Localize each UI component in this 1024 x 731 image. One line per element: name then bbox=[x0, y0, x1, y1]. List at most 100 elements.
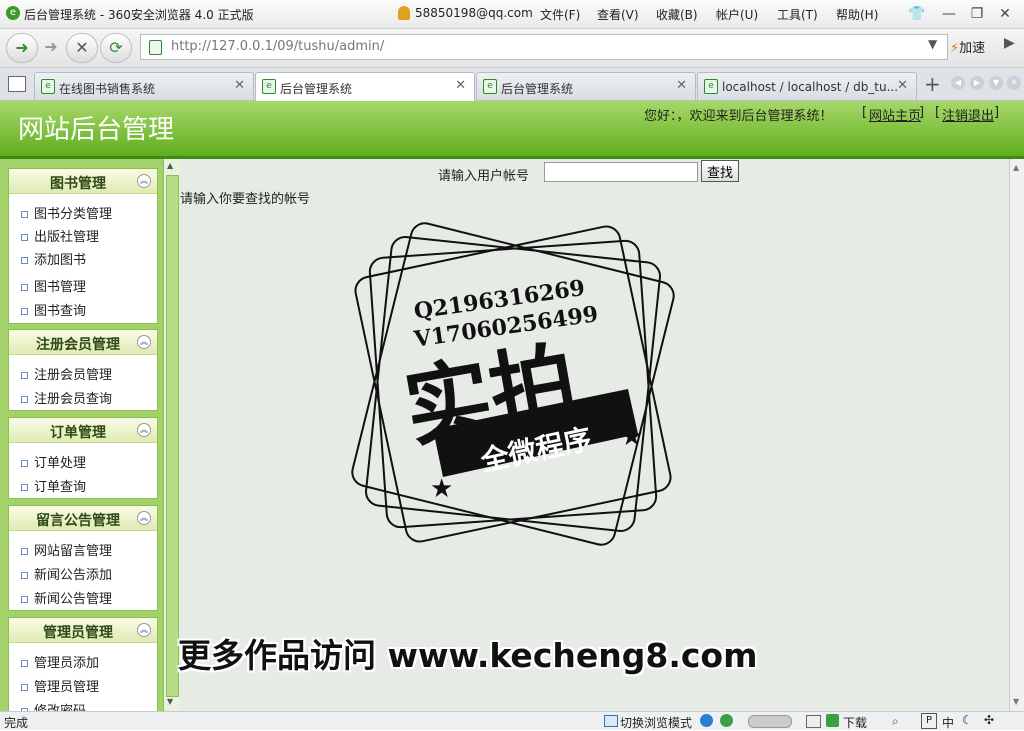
menu-file[interactable]: 文件(F) bbox=[540, 6, 580, 23]
tab-bar: e 在线图书销售系统 ✕ e 后台管理系统 ✕ e 后台管理系统 ✕ e loc… bbox=[0, 68, 1024, 101]
toggle-icon[interactable] bbox=[748, 715, 792, 728]
collapse-icon[interactable]: ︽ bbox=[137, 423, 151, 437]
minimize-icon[interactable]: — bbox=[938, 4, 960, 24]
tab-list-icon[interactable]: ▼ bbox=[989, 76, 1003, 90]
switch-mode-button[interactable]: 切换浏览模式 bbox=[620, 714, 692, 731]
refresh-icon[interactable]: ⟳ bbox=[100, 33, 132, 63]
scroll-down-icon[interactable]: ▼ bbox=[1013, 697, 1019, 706]
security-icon[interactable] bbox=[720, 714, 733, 727]
home-link[interactable]: 网站主页 bbox=[869, 105, 921, 124]
page-icon: e bbox=[41, 79, 55, 94]
download-icon[interactable] bbox=[826, 714, 839, 727]
page-icon: e bbox=[704, 79, 718, 94]
tab-scroll-left-icon[interactable]: ◀ bbox=[951, 76, 965, 90]
sidebar-item-order-process[interactable]: 订单处理 bbox=[21, 452, 86, 471]
scroll-thumb[interactable] bbox=[166, 175, 179, 697]
group-messages: 留言公告管理 ︽ 网站留言管理 新闻公告添加 新闻公告管理 bbox=[8, 505, 158, 611]
download-button[interactable]: 下载 bbox=[843, 714, 867, 731]
group-header[interactable]: 订单管理 ︽ bbox=[9, 418, 157, 443]
group-header[interactable]: 图书管理 ︽ bbox=[9, 169, 157, 194]
collapse-icon[interactable]: ︽ bbox=[137, 623, 151, 637]
screenshot-icon[interactable] bbox=[806, 715, 821, 728]
collapse-icon[interactable]: ︽ bbox=[137, 174, 151, 188]
collapse-icon[interactable]: ︽ bbox=[137, 511, 151, 525]
menu-favorites[interactable]: 收藏(B) bbox=[656, 6, 698, 23]
search-button[interactable]: 查找 bbox=[701, 160, 740, 182]
maximize-icon[interactable]: ❐ bbox=[966, 4, 988, 24]
window-mode-icon[interactable] bbox=[604, 715, 618, 727]
welcome-text: 您好：，欢迎来到后台管理系统！ bbox=[644, 109, 833, 124]
group-title: 图书管理 bbox=[50, 176, 106, 192]
main-content: 请输入用户帐号 查找 请输入你要查找的帐号 Q2196316269 V17060… bbox=[178, 159, 1010, 711]
sidebar: 图书管理 ︽ 图书分类管理 出版社管理 添加图书 图书管理 图书查询 注册会员管… bbox=[0, 159, 180, 711]
scroll-down-icon[interactable]: ▼ bbox=[167, 697, 173, 706]
sidebar-item-book-category[interactable]: 图书分类管理 bbox=[21, 203, 112, 222]
account-search-input[interactable] bbox=[544, 162, 698, 182]
sidebar-item-change-password[interactable]: 修改密码 bbox=[21, 700, 86, 711]
close-tab-icon[interactable]: ✕ bbox=[897, 78, 908, 93]
address-dropdown-icon[interactable]: ▼ bbox=[928, 37, 937, 51]
menu-tools[interactable]: 工具(T) bbox=[777, 6, 818, 23]
tab-admin-active[interactable]: e 后台管理系统 ✕ bbox=[255, 72, 475, 101]
zoom-icon[interactable]: ⌕ bbox=[892, 714, 899, 729]
close-tab-icon[interactable]: ✕ bbox=[455, 78, 466, 93]
forward-icon[interactable]: ➜ bbox=[36, 33, 66, 61]
bracket-open: [ bbox=[935, 105, 941, 120]
back-icon[interactable]: ➜ bbox=[6, 33, 38, 63]
watermark-stamp: Q2196316269 V17060256499 实拍 全微程序 ★ ★ bbox=[351, 222, 675, 546]
ime-icon[interactable]: P bbox=[921, 713, 937, 729]
tab-phpmyadmin[interactable]: e localhost / localhost / db_tu... ✕ bbox=[697, 72, 917, 100]
sidebar-item-admin-add[interactable]: 管理员添加 bbox=[21, 652, 99, 671]
sidebar-item-member-manage[interactable]: 注册会员管理 bbox=[21, 364, 112, 383]
tab-online-bookstore[interactable]: e 在线图书销售系统 ✕ bbox=[34, 72, 254, 100]
sidebar-item-member-search[interactable]: 注册会员查询 bbox=[21, 388, 112, 407]
watermark-footer: 更多作品访问 www.kecheng8.com bbox=[178, 636, 758, 675]
ie-icon[interactable] bbox=[700, 714, 713, 727]
bracket-close: ] bbox=[994, 105, 1000, 120]
sidebar-item-news-add[interactable]: 新闻公告添加 bbox=[21, 564, 112, 583]
scroll-up-icon[interactable]: ▲ bbox=[1013, 163, 1019, 172]
page-scrollbar[interactable]: ▲ ▼ bbox=[1009, 159, 1024, 711]
group-title: 留言公告管理 bbox=[36, 513, 120, 529]
menu-account[interactable]: 帐户(U) bbox=[716, 6, 758, 23]
sidebar-item-publisher[interactable]: 出版社管理 bbox=[21, 226, 99, 245]
sidebar-item-add-book[interactable]: 添加图书 bbox=[21, 249, 86, 268]
scroll-up-icon[interactable]: ▲ bbox=[167, 161, 173, 170]
address-bar[interactable]: http://127.0.0.1/09/tushu/admin/ bbox=[140, 34, 948, 60]
group-header[interactable]: 留言公告管理 ︽ bbox=[9, 506, 157, 531]
menu-view[interactable]: 查看(V) bbox=[597, 6, 639, 23]
star-icon: ★ bbox=[430, 474, 453, 504]
stop-icon[interactable]: ✕ bbox=[66, 33, 98, 63]
sidebar-item-book-search[interactable]: 图书查询 bbox=[21, 300, 86, 319]
close-window-icon[interactable]: ✕ bbox=[994, 4, 1016, 24]
address-url[interactable]: http://127.0.0.1/09/tushu/admin/ bbox=[171, 39, 384, 54]
sidebar-item-admin-manage[interactable]: 管理员管理 bbox=[21, 676, 99, 695]
collapse-icon[interactable]: ︽ bbox=[137, 335, 151, 349]
skin-icon[interactable]: 👕 bbox=[906, 4, 928, 24]
sidebar-item-book-manage[interactable]: 图书管理 bbox=[21, 276, 86, 295]
sidebar-toggle-icon[interactable] bbox=[8, 76, 26, 92]
tab-admin[interactable]: e 后台管理系统 ✕ bbox=[476, 72, 696, 100]
punctuation-icon[interactable]: ✣ bbox=[984, 713, 994, 727]
sidebar-item-news-manage[interactable]: 新闻公告管理 bbox=[21, 588, 112, 607]
account-email[interactable]: 58850198@qq.com bbox=[415, 6, 533, 20]
close-tab-icon[interactable]: ✕ bbox=[676, 78, 687, 93]
sidebar-item-message-manage[interactable]: 网站留言管理 bbox=[21, 540, 112, 559]
group-members: 注册会员管理 ︽ 注册会员管理 注册会员查询 bbox=[8, 329, 158, 411]
page-icon bbox=[149, 40, 162, 55]
accelerate-button[interactable]: ⚡加速 bbox=[950, 37, 985, 56]
close-all-tabs-icon[interactable]: ✕ bbox=[1007, 76, 1021, 90]
group-header[interactable]: 管理员管理 ︽ bbox=[9, 618, 157, 643]
ime-mode[interactable]: 中 bbox=[942, 714, 954, 731]
bracket-close: ] bbox=[919, 105, 925, 120]
tab-scroll-right-icon[interactable]: ▶ bbox=[970, 76, 984, 90]
logout-link[interactable]: 注销退出 bbox=[942, 105, 994, 124]
group-header[interactable]: 注册会员管理 ︽ bbox=[9, 330, 157, 355]
close-tab-icon[interactable]: ✕ bbox=[234, 78, 245, 93]
more-icon[interactable]: ▶ bbox=[1004, 35, 1015, 51]
sidebar-item-order-search[interactable]: 订单查询 bbox=[21, 476, 86, 495]
browser-logo-icon: e bbox=[6, 6, 20, 20]
new-tab-icon[interactable]: + bbox=[924, 72, 941, 96]
menu-help[interactable]: 帮助(H) bbox=[836, 6, 878, 23]
moon-icon[interactable]: ☾ bbox=[962, 713, 973, 727]
